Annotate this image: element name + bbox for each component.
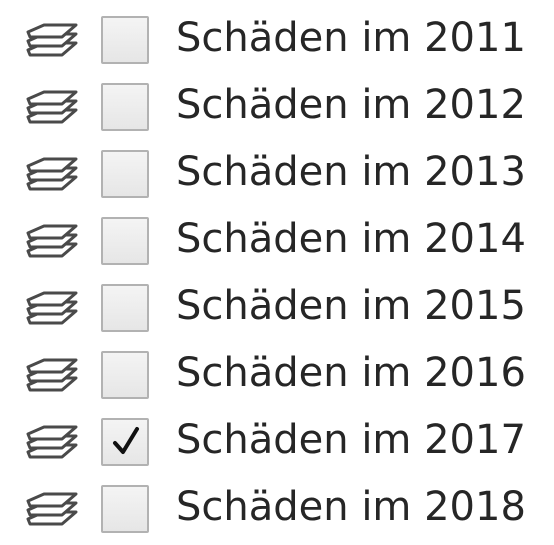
- layer-row[interactable]: Schäden im 2011: [0, 4, 554, 64]
- layers-icon[interactable]: [24, 21, 82, 61]
- layer-label[interactable]: Schäden im 2011: [176, 12, 526, 64]
- layer-checkbox[interactable]: [101, 284, 149, 332]
- layers-icon[interactable]: [24, 490, 82, 530]
- layer-checkbox[interactable]: [101, 351, 149, 399]
- layer-label[interactable]: Schäden im 2013: [176, 146, 526, 198]
- layers-icon[interactable]: [24, 356, 82, 396]
- layer-label[interactable]: Schäden im 2017: [176, 414, 526, 466]
- layer-checkbox[interactable]: [101, 150, 149, 198]
- layer-row[interactable]: Schäden im 2016: [0, 339, 554, 399]
- layers-icon[interactable]: [24, 289, 82, 329]
- layer-label[interactable]: Schäden im 2016: [176, 347, 526, 399]
- layer-checkbox[interactable]: [101, 217, 149, 265]
- layer-list: Schäden im 2011 Schäden im 2012 Schäden im…: [0, 0, 554, 545]
- layer-row[interactable]: Schäden im 2014: [0, 205, 554, 265]
- layer-row[interactable]: Schäden im 2018: [0, 473, 554, 533]
- layer-row[interactable]: Schäden im 2017: [0, 406, 554, 466]
- check-mark-icon: [113, 427, 139, 454]
- layer-label[interactable]: Schäden im 2015: [176, 280, 526, 332]
- layer-row[interactable]: Schäden im 2012: [0, 71, 554, 131]
- layer-checkbox[interactable]: [101, 83, 149, 131]
- layers-icon[interactable]: [24, 423, 82, 463]
- layers-icon[interactable]: [24, 222, 82, 262]
- layers-icon[interactable]: [24, 155, 82, 195]
- layers-icon[interactable]: [24, 88, 82, 128]
- layer-row[interactable]: Schäden im 2013: [0, 138, 554, 198]
- layer-checkbox[interactable]: [101, 16, 149, 64]
- layer-label[interactable]: Schäden im 2018: [176, 481, 526, 533]
- layer-label[interactable]: Schäden im 2012: [176, 79, 526, 131]
- layer-label[interactable]: Schäden im 2014: [176, 213, 526, 265]
- layer-checkbox[interactable]: [101, 418, 149, 466]
- layer-checkbox[interactable]: [101, 485, 149, 533]
- layer-row[interactable]: Schäden im 2015: [0, 272, 554, 332]
